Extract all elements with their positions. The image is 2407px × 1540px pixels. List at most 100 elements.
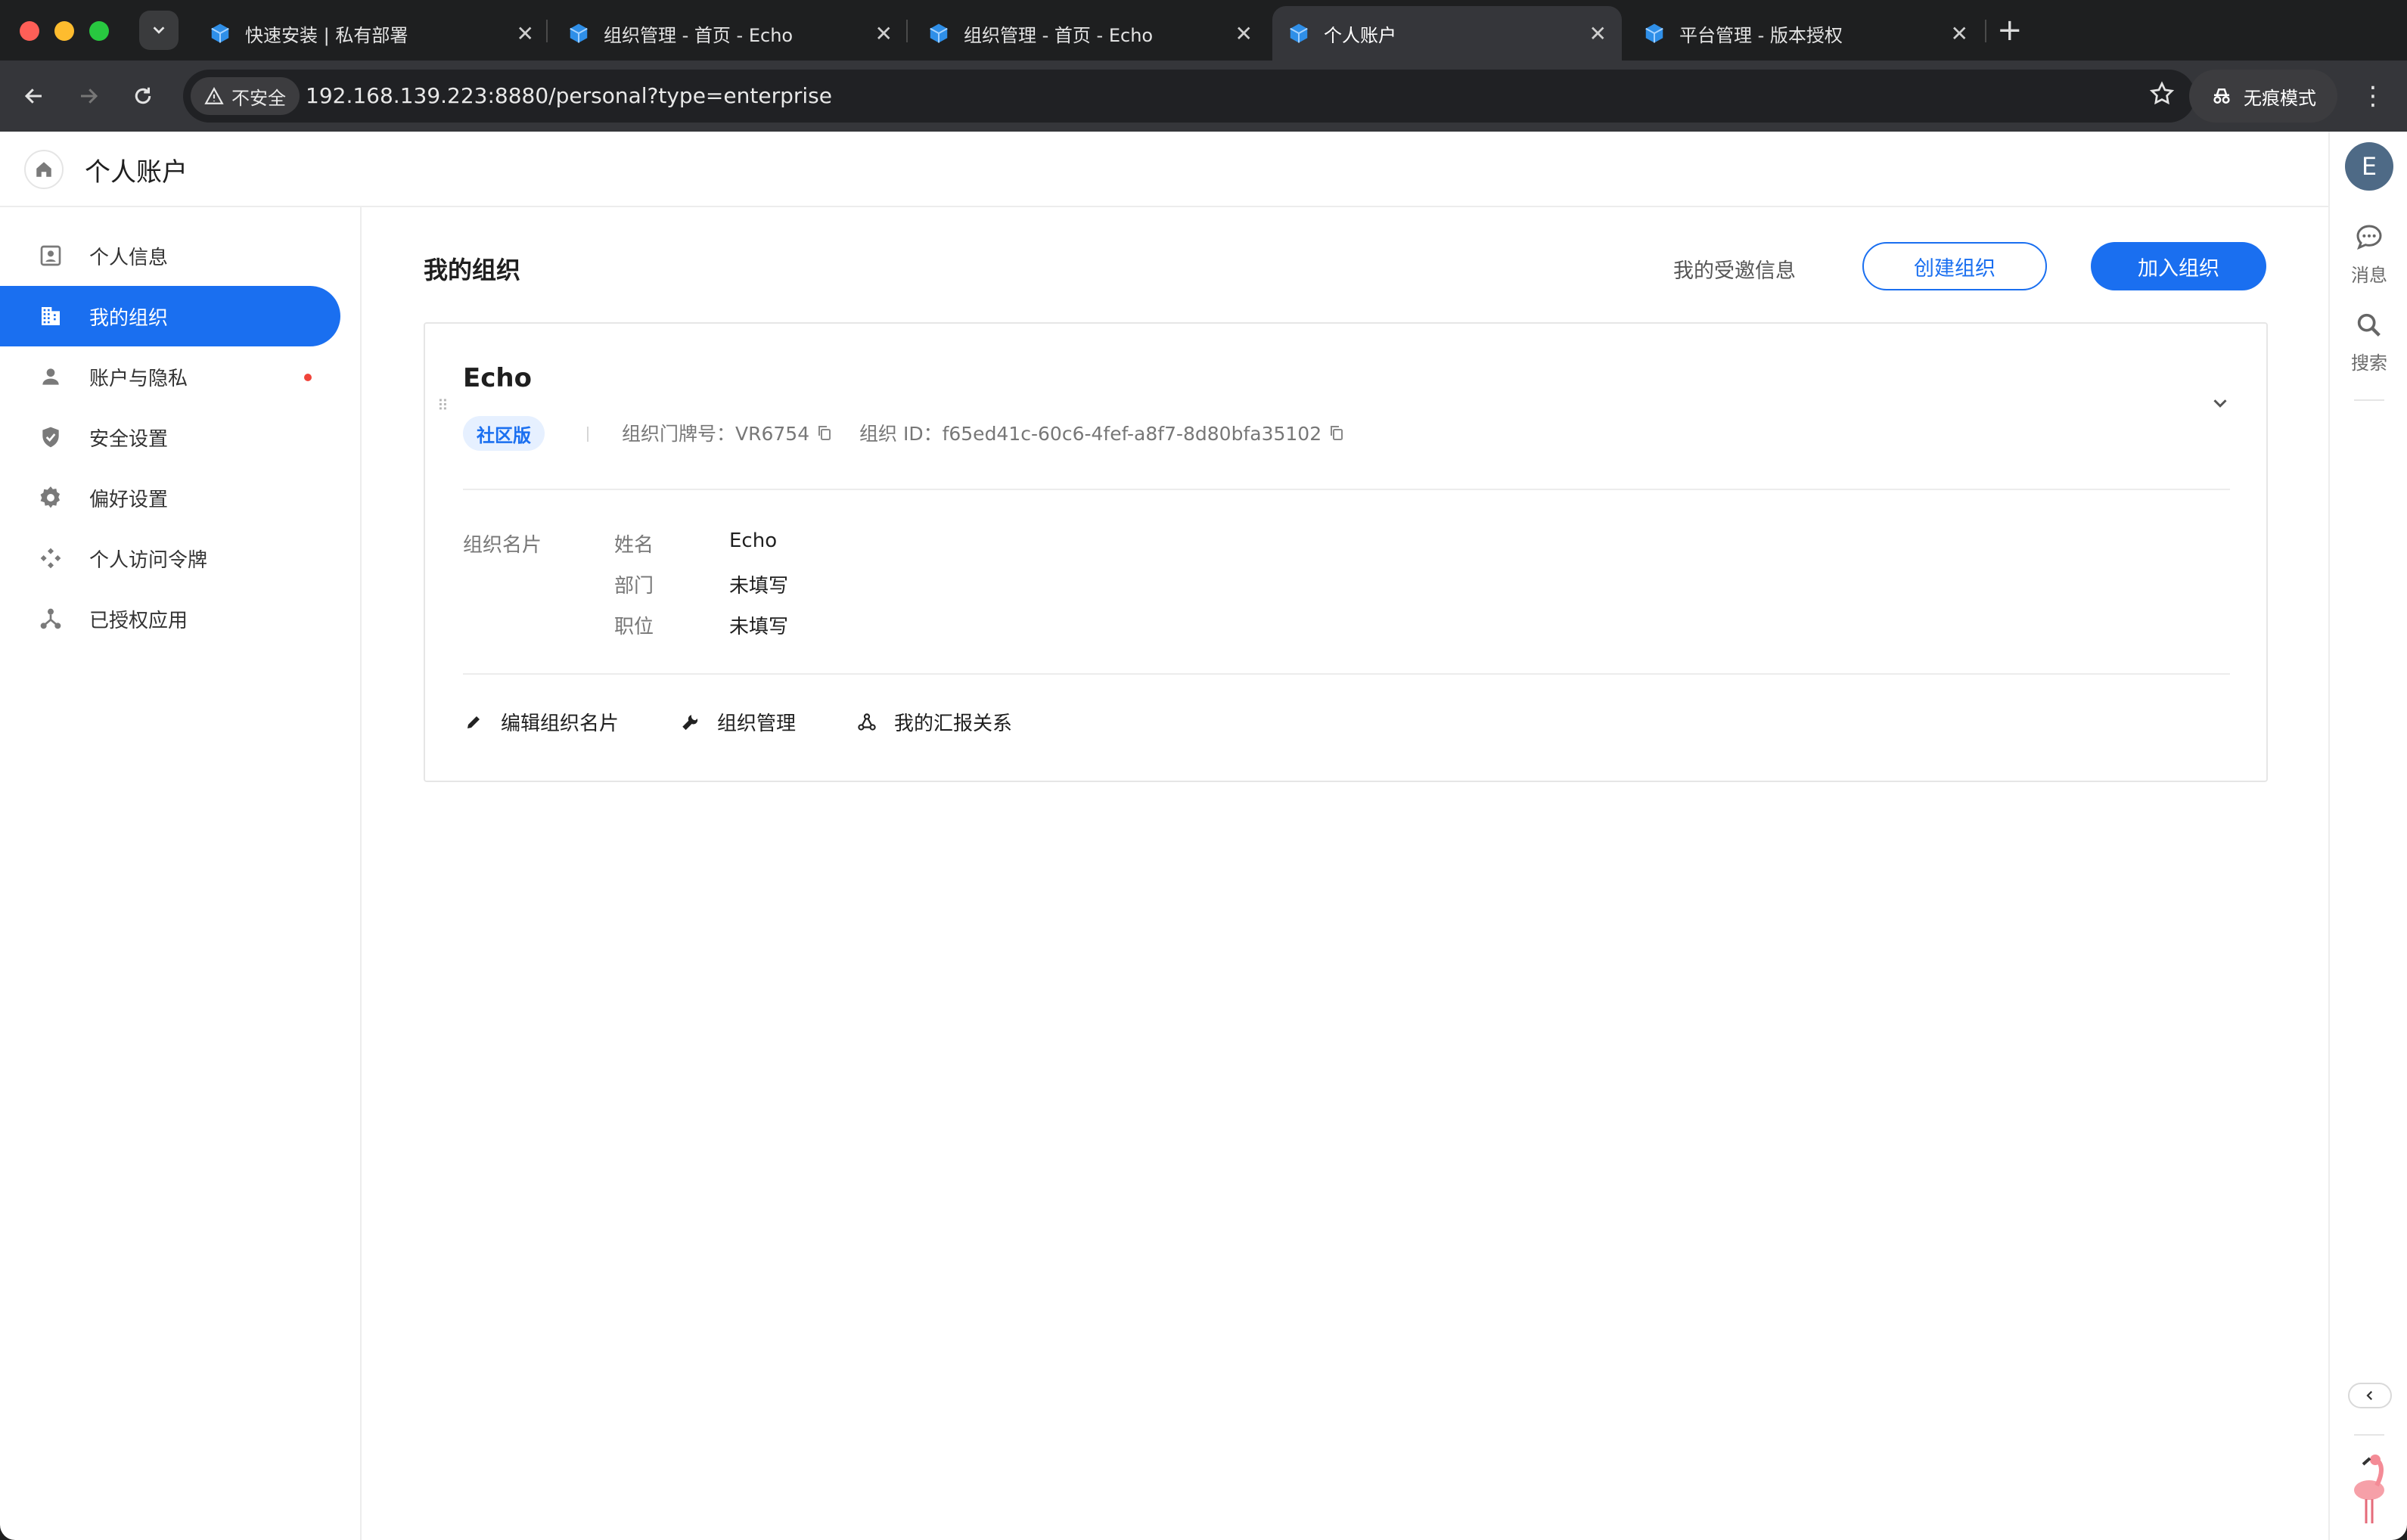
- tab-close-icon[interactable]: ✕: [1235, 21, 1253, 46]
- tab-close-icon[interactable]: ✕: [875, 21, 893, 46]
- create-org-button[interactable]: 创建组织: [1862, 242, 2047, 290]
- sidebar-item-account-privacy[interactable]: 账户与隐私: [0, 346, 340, 407]
- cube-favicon-icon: [570, 23, 588, 43]
- address-bar[interactable]: 不安全 192.168.139.223:8880/personal?type=e…: [183, 70, 2195, 123]
- pencil-icon: [463, 712, 484, 733]
- security-label: 不安全: [231, 87, 286, 109]
- incognito-indicator[interactable]: 无痕模式: [2189, 70, 2337, 123]
- messages-button[interactable]: 消息: [2330, 222, 2407, 287]
- back-button[interactable]: [15, 77, 53, 115]
- browser-toolbar: 不安全 192.168.139.223:8880/personal?type=e…: [0, 61, 2407, 132]
- window-zoom-button[interactable]: [89, 21, 109, 41]
- browser-tab-1[interactable]: 快速安装 | 私有部署 ✕: [194, 6, 549, 61]
- reload-icon: [135, 87, 151, 104]
- notification-dot: [304, 374, 312, 381]
- reporting-line-button[interactable]: 我的汇报关系: [856, 708, 1012, 736]
- tab-separator: [546, 20, 548, 42]
- sidebar-item-profile[interactable]: 个人信息: [0, 225, 340, 286]
- avatar[interactable]: E: [2345, 142, 2393, 191]
- home-icon: [36, 162, 51, 177]
- collapse-rail-button[interactable]: [2348, 1383, 2392, 1408]
- right-rail: E 消息 搜索: [2328, 132, 2407, 1540]
- org-name: Echo: [463, 363, 532, 393]
- app-header: 个人账户: [0, 132, 2328, 207]
- chevron-down-icon[interactable]: [2209, 392, 2232, 414]
- copy-icon[interactable]: [815, 424, 834, 442]
- cube-favicon-icon: [1290, 23, 1308, 43]
- sidebar-item-label: 个人访问令牌: [89, 548, 208, 572]
- security-indicator[interactable]: 不安全: [191, 77, 300, 115]
- browser-tab-active[interactable]: 个人账户 ✕: [1272, 6, 1622, 61]
- sidebar-item-label: 我的组织: [89, 306, 169, 330]
- search-icon: [2357, 313, 2381, 337]
- action-label: 编辑组织名片: [501, 713, 620, 735]
- rail-divider: [2354, 1434, 2384, 1436]
- window-close-button[interactable]: [20, 21, 39, 41]
- sidebar-item-security[interactable]: 安全设置: [0, 407, 340, 467]
- person-icon: [38, 364, 64, 390]
- tab-separator: [1985, 20, 1986, 42]
- business-card-label: 组织名片: [463, 534, 542, 557]
- action-label: 我的汇报关系: [894, 713, 1013, 735]
- my-invitations-link[interactable]: 我的受邀信息: [1673, 254, 1796, 284]
- tab-close-icon[interactable]: ✕: [1951, 21, 1968, 46]
- field-title-key: 职位: [614, 616, 654, 638]
- edit-card-button[interactable]: 编辑组织名片: [463, 708, 619, 736]
- card-divider: [463, 673, 2230, 675]
- gear-icon: [38, 485, 64, 511]
- drag-handle-icon[interactable]: ⠿: [437, 396, 449, 414]
- arrow-right-icon: [81, 88, 98, 104]
- copy-icon[interactable]: [1328, 424, 1346, 442]
- reload-button[interactable]: [124, 77, 162, 115]
- home-button[interactable]: [24, 150, 64, 189]
- new-tab-plus-icon[interactable]: +: [1997, 14, 2023, 47]
- tab-close-icon[interactable]: ✕: [517, 21, 534, 46]
- sidebar-item-authorized-apps[interactable]: 已授权应用: [0, 588, 340, 649]
- browser-tab-2[interactable]: 组织管理 - 首页 - Echo ✕: [552, 6, 908, 61]
- page-content: 个人账户 E 消息 搜索 个人信息 我的组织 账户与隐私 安全设置 偏好设置 个…: [0, 132, 2407, 1540]
- tab-title: 快速安装 | 私有部署: [245, 24, 408, 46]
- search-label: 搜索: [2351, 352, 2387, 374]
- chevron-left-icon: [2366, 1390, 2373, 1401]
- bookmark-star-icon[interactable]: [2148, 80, 2176, 107]
- sidebar-item-preferences[interactable]: 偏好设置: [0, 467, 340, 528]
- field-dept-key: 部门: [614, 575, 654, 598]
- tab-title: 个人账户: [1324, 24, 1396, 46]
- tab-close-icon[interactable]: ✕: [1589, 21, 1607, 46]
- browser-tab-5[interactable]: 平台管理 - 版本授权 ✕: [1628, 6, 1983, 61]
- flamingo-mascot-icon[interactable]: [2343, 1451, 2396, 1526]
- door-number: 组织门牌号：VR6754: [622, 419, 834, 446]
- token-icon: [38, 545, 64, 571]
- rail-divider: [2354, 399, 2384, 401]
- url-text[interactable]: 192.168.139.223:8880/personal?type=enter…: [306, 70, 832, 123]
- shield-check-icon: [38, 424, 64, 450]
- browser-titlebar: 快速安装 | 私有部署 ✕ 组织管理 - 首页 - Echo ✕ 组织管理 - …: [0, 0, 2407, 61]
- sidebar-item-my-orgs[interactable]: 我的组织: [0, 286, 340, 346]
- window-minimize-button[interactable]: [54, 21, 74, 41]
- sidebar-item-label: 已授权应用: [89, 609, 188, 632]
- field-dept-value: 未填写: [729, 575, 789, 598]
- cube-favicon-icon: [211, 23, 229, 43]
- org-id: 组织 ID：f65ed41c-60c6-4fef-a8f7-8d80bfa351…: [859, 419, 1346, 446]
- browser-tab-3[interactable]: 组织管理 - 首页 - Echo ✕: [912, 6, 1268, 61]
- forward-button[interactable]: [70, 77, 107, 115]
- cube-favicon-icon: [930, 23, 948, 43]
- tab-title: 组织管理 - 首页 - Echo: [964, 24, 1154, 46]
- tab-search-button[interactable]: [139, 11, 179, 50]
- section-title: 我的组织: [424, 256, 521, 284]
- field-name-key: 姓名: [614, 534, 654, 557]
- browser-menu-icon[interactable]: ⋮: [2360, 77, 2386, 115]
- hierarchy-icon: [856, 712, 877, 733]
- org-manage-button[interactable]: 组织管理: [679, 708, 796, 736]
- arrow-left-icon: [24, 88, 42, 104]
- contact-card-icon: [38, 243, 64, 269]
- sidebar-item-label: 偏好设置: [89, 488, 169, 511]
- sidebar-item-access-token[interactable]: 个人访问令牌: [0, 528, 340, 588]
- chevron-down-icon: [153, 26, 165, 34]
- chat-bubble-icon: [2356, 225, 2382, 250]
- join-org-button[interactable]: 加入组织: [2091, 242, 2266, 290]
- cube-favicon-icon: [1645, 23, 1663, 43]
- search-button[interactable]: 搜索: [2330, 310, 2407, 374]
- sidebar-item-label: 个人信息: [89, 246, 169, 269]
- app-branch-icon: [38, 606, 64, 632]
